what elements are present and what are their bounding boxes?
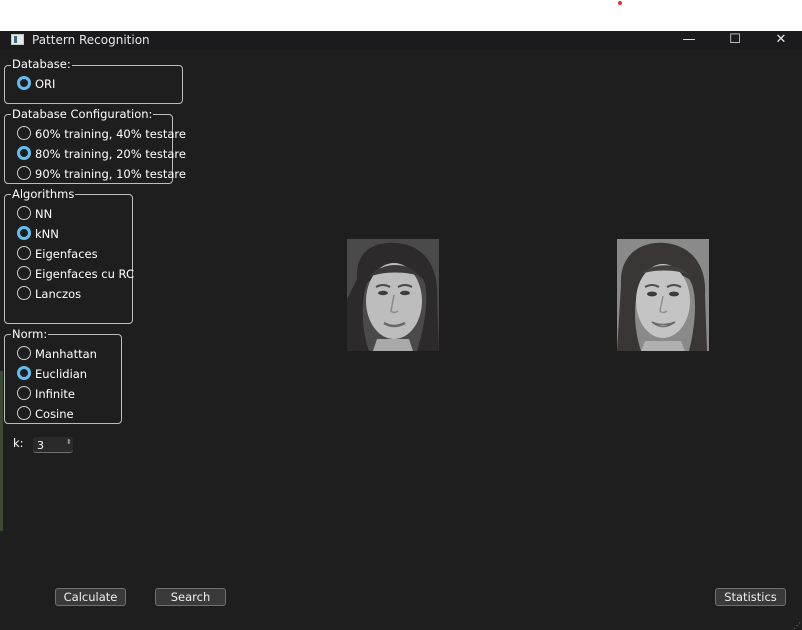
database-group-title: Database: bbox=[11, 57, 72, 71]
radio-eigenfaces-cu-rc[interactable] bbox=[17, 266, 31, 280]
k-spinbox[interactable]: 3 ⬍ bbox=[33, 437, 73, 453]
window-title: Pattern Recognition bbox=[32, 33, 150, 47]
radio-euclidian-label[interactable]: Euclidian bbox=[35, 367, 87, 381]
radio-nn[interactable] bbox=[17, 206, 31, 220]
radio-infinite[interactable] bbox=[17, 386, 31, 400]
norm-group-title: Norm: bbox=[11, 327, 49, 341]
maximize-icon[interactable]: ☐ bbox=[723, 31, 747, 49]
app-window: Pattern Recognition — ☐ ✕ Database: ORI … bbox=[0, 31, 802, 630]
title-bar: Pattern Recognition — ☐ ✕ bbox=[0, 31, 802, 49]
radio-lanczos-label[interactable]: Lanczos bbox=[35, 287, 81, 301]
radio-config-90-10[interactable] bbox=[17, 166, 31, 180]
radio-cosine-label[interactable]: Cosine bbox=[35, 407, 74, 421]
k-spinbox-value: 3 bbox=[37, 439, 44, 452]
close-icon[interactable]: ✕ bbox=[769, 31, 793, 49]
red-dot-indicator bbox=[618, 1, 622, 5]
radio-ori[interactable] bbox=[17, 76, 31, 90]
result-face-drawing bbox=[617, 239, 709, 351]
database-configuration-title: Database Configuration: bbox=[11, 107, 154, 121]
search-button[interactable]: Search bbox=[155, 588, 226, 606]
radio-knn[interactable] bbox=[17, 226, 31, 240]
radio-eigenfaces-cu-rc-label[interactable]: Eigenfaces cu RC bbox=[35, 267, 134, 281]
radio-config-60-40-label[interactable]: 60% training, 40% testare bbox=[35, 127, 186, 141]
radio-config-80-20-label[interactable]: 80% training, 20% testare bbox=[35, 147, 186, 161]
radio-nn-label[interactable]: NN bbox=[35, 207, 52, 221]
left-edge-strip bbox=[0, 371, 3, 531]
radio-ori-label[interactable]: ORI bbox=[35, 77, 55, 91]
radio-knn-label[interactable]: kNN bbox=[35, 227, 59, 241]
radio-config-80-20[interactable] bbox=[17, 146, 31, 160]
radio-cosine[interactable] bbox=[17, 406, 31, 420]
k-label: k: bbox=[13, 436, 24, 450]
radio-infinite-label[interactable]: Infinite bbox=[35, 387, 75, 401]
minimize-icon[interactable]: — bbox=[677, 31, 701, 49]
statistics-button[interactable]: Statistics bbox=[715, 588, 786, 606]
radio-config-60-40[interactable] bbox=[17, 126, 31, 140]
radio-manhattan[interactable] bbox=[17, 346, 31, 360]
radio-euclidian[interactable] bbox=[17, 366, 31, 380]
resize-grip-icon[interactable]: ⋰ bbox=[793, 621, 801, 630]
query-face-drawing bbox=[347, 239, 439, 351]
radio-config-90-10-label[interactable]: 90% training, 10% testare bbox=[35, 167, 186, 181]
app-icon bbox=[11, 34, 24, 45]
radio-lanczos[interactable] bbox=[17, 286, 31, 300]
query-face-image bbox=[347, 239, 439, 351]
radio-eigenfaces-label[interactable]: Eigenfaces bbox=[35, 247, 98, 261]
radio-manhattan-label[interactable]: Manhattan bbox=[35, 347, 97, 361]
radio-eigenfaces[interactable] bbox=[17, 246, 31, 260]
calculate-button[interactable]: Calculate bbox=[55, 588, 126, 606]
spin-arrows-icon[interactable]: ⬍ bbox=[66, 438, 72, 446]
algorithms-group-title: Algorithms bbox=[11, 187, 76, 201]
result-face-image bbox=[617, 239, 709, 351]
